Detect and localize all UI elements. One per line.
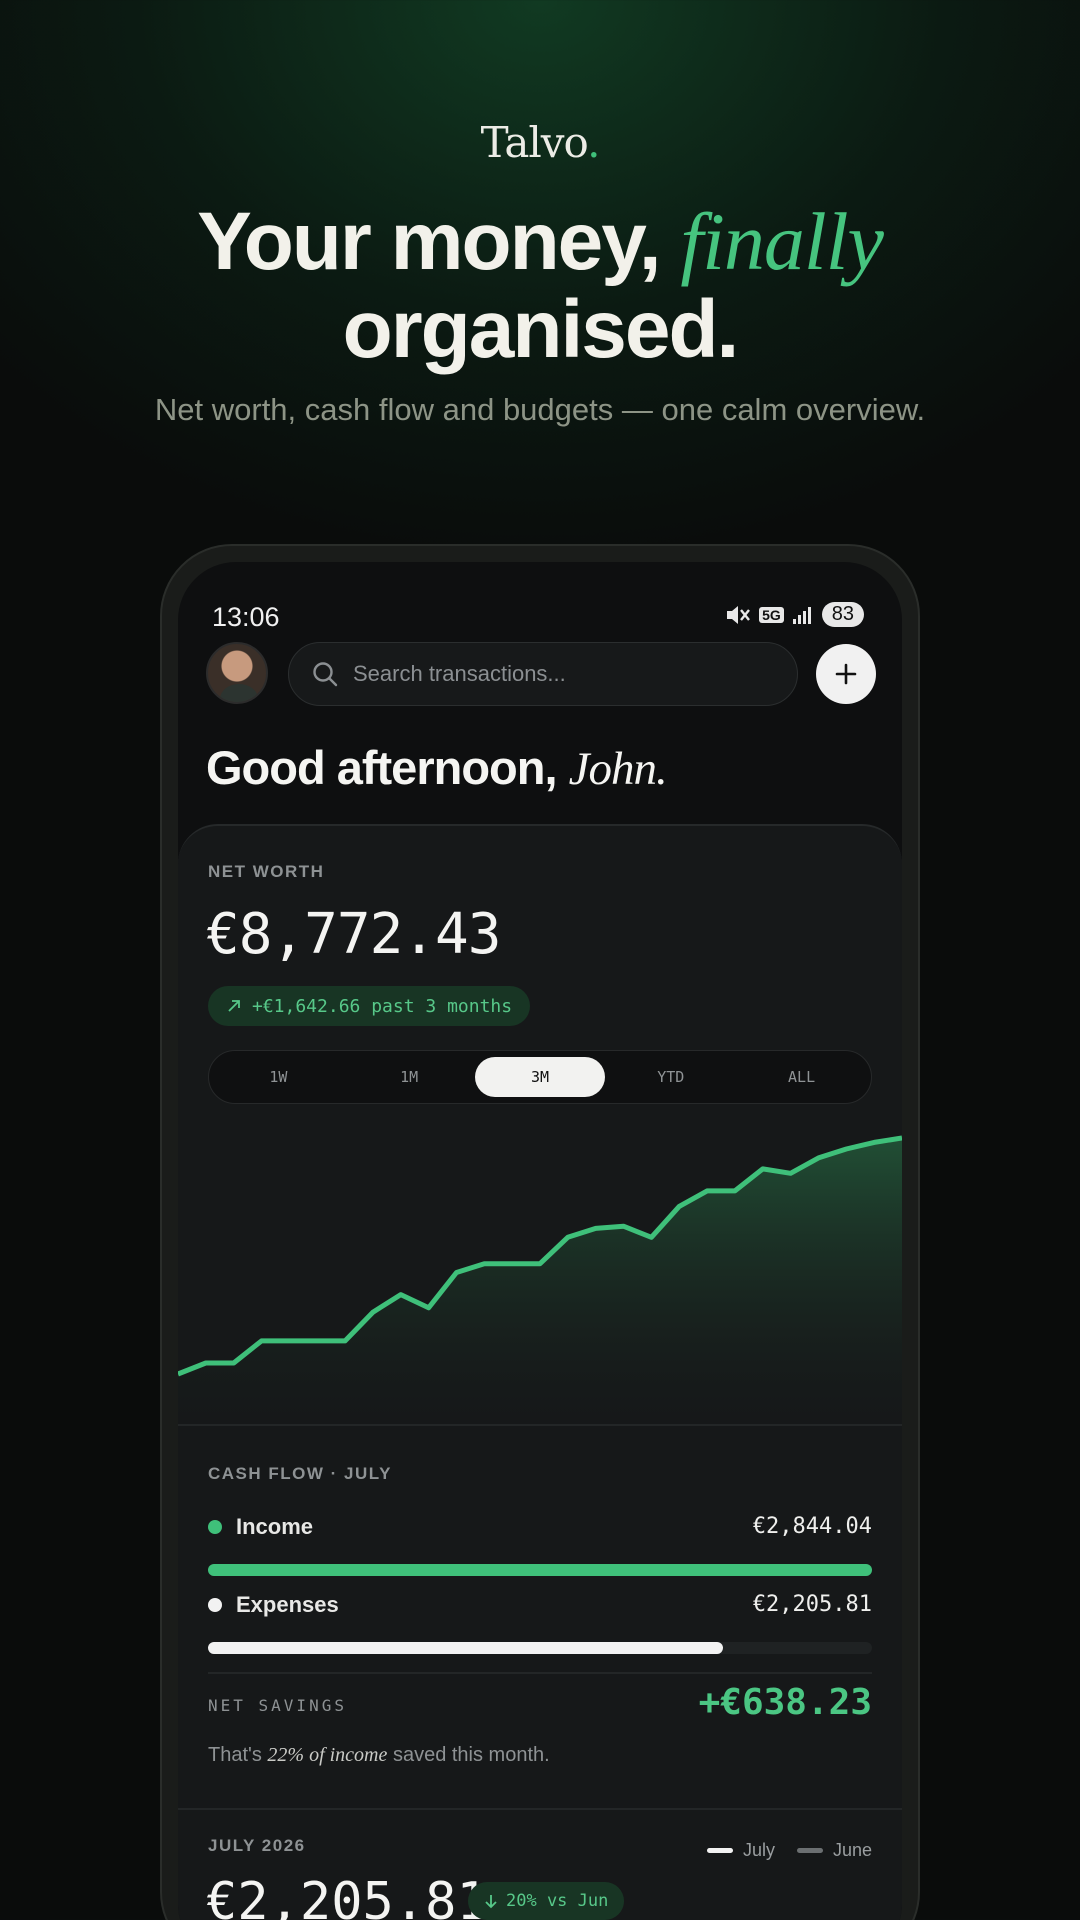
- search-icon: [313, 662, 338, 687]
- income-value: €2,844.04: [752, 1514, 872, 1539]
- brand-logo: Talvo.: [480, 118, 601, 167]
- hero-headline: Your money, finally organised.: [0, 198, 1080, 374]
- battery-indicator: 83: [821, 602, 864, 627]
- headline-accent: finally: [680, 196, 884, 287]
- search-placeholder: Search transactions...: [353, 661, 566, 686]
- phone-screen: 13:06 5G 83 Search transactions... Good …: [178, 562, 902, 1920]
- mute-icon: [727, 605, 750, 624]
- net-worth-amount: €8,772.43: [206, 902, 501, 967]
- net-worth-label: NET WORTH: [208, 862, 325, 881]
- divider: [208, 1672, 872, 1674]
- expenses-bar: [208, 1642, 872, 1654]
- add-button[interactable]: [816, 644, 876, 704]
- plus-icon: [835, 663, 857, 685]
- july-delta-badge: 20% vs Jun: [468, 1882, 625, 1920]
- expenses-dot: [208, 1598, 222, 1612]
- net-worth-chart-svg: [178, 1135, 902, 1426]
- headline-part2: organised.: [342, 284, 740, 375]
- chart-area-fill: [178, 1138, 902, 1426]
- range-selector: 1W 1M 3M YTD ALL: [208, 1050, 872, 1104]
- range-ytd[interactable]: YTD: [605, 1057, 736, 1097]
- net-savings-note: That's 22% of income saved this month.: [208, 1744, 550, 1766]
- net-savings-label: NET SAVINGS: [208, 1696, 347, 1715]
- arrow-down-icon: [485, 1895, 497, 1909]
- signal-icon: [792, 606, 811, 624]
- range-all[interactable]: ALL: [736, 1057, 867, 1097]
- income-bar-fill: [208, 1564, 872, 1576]
- net-worth-chart: [178, 1116, 902, 1426]
- income-row-label: Income: [208, 1514, 313, 1540]
- expenses-value: €2,205.81: [752, 1592, 872, 1617]
- expenses-bar-fill: [208, 1642, 724, 1654]
- range-3m[interactable]: 3M: [474, 1057, 606, 1097]
- phone-frame: 13:06 5G 83 Search transactions... Good …: [160, 544, 920, 1920]
- search-input[interactable]: Search transactions...: [288, 642, 798, 706]
- july-legend: July June: [706, 1840, 872, 1861]
- greeting: Good afternoon, John.: [206, 741, 668, 795]
- status-icons: 5G 83: [725, 602, 864, 627]
- range-1m[interactable]: 1M: [344, 1057, 475, 1097]
- legend-july: July: [706, 1840, 775, 1861]
- avatar[interactable]: [206, 642, 268, 704]
- user-name: John.: [568, 743, 668, 795]
- range-1w[interactable]: 1W: [213, 1057, 344, 1097]
- status-time: 13:06: [212, 602, 280, 632]
- income-dot: [208, 1520, 222, 1534]
- july-label: JULY 2026: [208, 1836, 306, 1855]
- expenses-row-label: Expenses: [208, 1592, 339, 1618]
- legend-june: June: [796, 1840, 872, 1861]
- july-amount: €2,205.81: [206, 1872, 488, 1920]
- income-bar: [208, 1564, 872, 1576]
- divider: [178, 1808, 902, 1810]
- headline-part1: Your money,: [197, 196, 681, 287]
- net-worth-delta-badge: +€1,642.66 past 3 months: [208, 986, 531, 1026]
- arrow-up-right-icon: [228, 1000, 240, 1012]
- net-savings-value: +€638.23: [698, 1682, 872, 1723]
- divider: [178, 1424, 902, 1426]
- net-worth-card: NET WORTH €8,772.43 +€1,642.66 past 3 mo…: [178, 824, 902, 1920]
- hero-subtitle: Net worth, cash flow and budgets — one c…: [154, 392, 926, 427]
- network-label: 5G: [759, 606, 784, 623]
- cash-flow-label: CASH FLOW · JULY: [208, 1464, 392, 1483]
